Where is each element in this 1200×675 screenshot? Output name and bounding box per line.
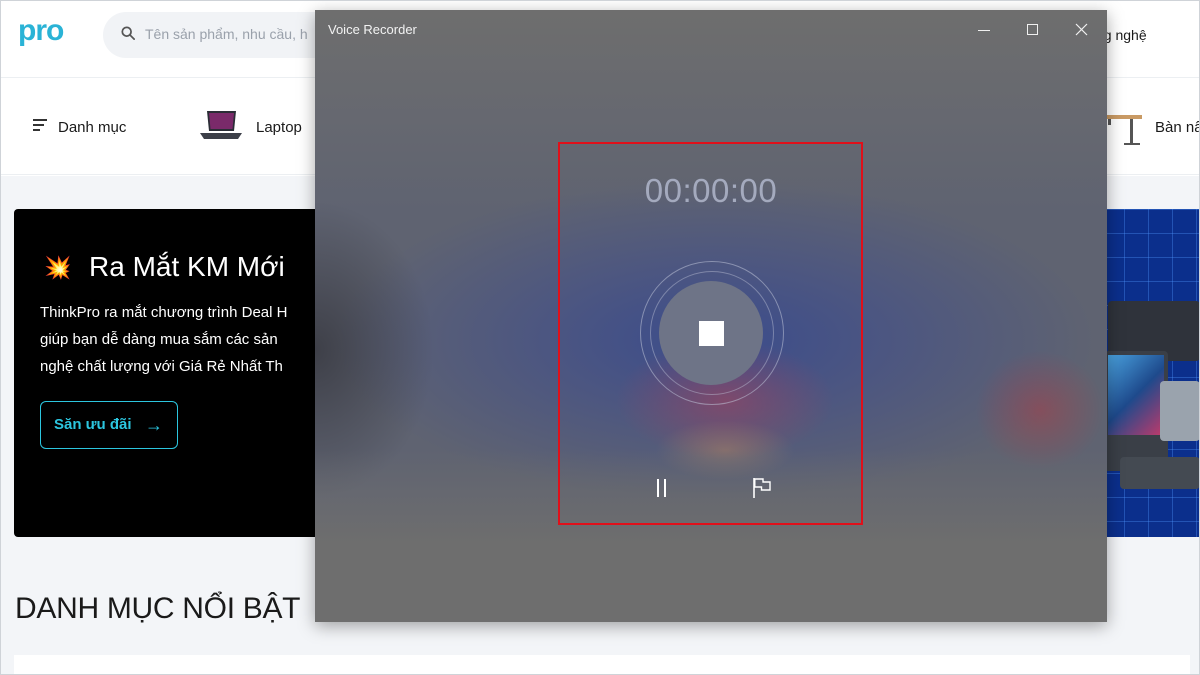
window-title: Voice Recorder (328, 22, 417, 37)
maximize-icon (1027, 24, 1038, 35)
menu-icon[interactable] (33, 119, 47, 133)
promo-description: ThinkPro ra mắt chương trình Deal H giúp… (40, 304, 288, 375)
promo-image-banner[interactable] (1100, 209, 1200, 537)
highlight-annotation-box (558, 142, 863, 525)
laptop-image-3 (1160, 381, 1200, 441)
category-menu-label[interactable]: Danh mục (58, 119, 126, 136)
promo-banner: 💥 Ra Mắt KM Mới ThinkPro ra mắt chương t… (14, 209, 324, 537)
laptop-keyboard-image (1120, 457, 1200, 489)
site-logo[interactable]: pro (18, 14, 64, 48)
minimize-icon (978, 30, 990, 31)
voice-recorder-window: Voice Recorder 00:00:00 (315, 10, 1107, 622)
promo-cta-label: Săn ưu đãi (54, 416, 132, 433)
arrow-right-icon: → (145, 415, 163, 435)
close-icon (1075, 23, 1088, 36)
maximize-button[interactable] (1009, 10, 1057, 48)
search-input[interactable]: Tên sản phẩm, nhu cầu, h (145, 26, 335, 42)
screen-art (1108, 355, 1164, 435)
minimize-button[interactable] (960, 10, 1008, 48)
laptop-image-2 (1104, 351, 1168, 471)
category-card-strip (14, 655, 1190, 675)
search-icon (121, 26, 135, 40)
category-desk[interactable]: Bàn nâ (1155, 119, 1200, 136)
category-laptop[interactable]: Laptop (256, 119, 302, 136)
section-title: DANH MỤC NỔI BẬT (15, 592, 301, 625)
promo-cta-button[interactable]: Săn ưu đãi → (40, 401, 178, 449)
search-bar[interactable]: Tên sản phẩm, nhu cầu, h (103, 12, 343, 58)
laptop-thumbnail-icon (200, 111, 242, 139)
burst-icon: 💥 (44, 255, 72, 280)
close-button[interactable] (1058, 10, 1106, 48)
promo-title: Ra Mắt KM Mới (89, 251, 285, 282)
